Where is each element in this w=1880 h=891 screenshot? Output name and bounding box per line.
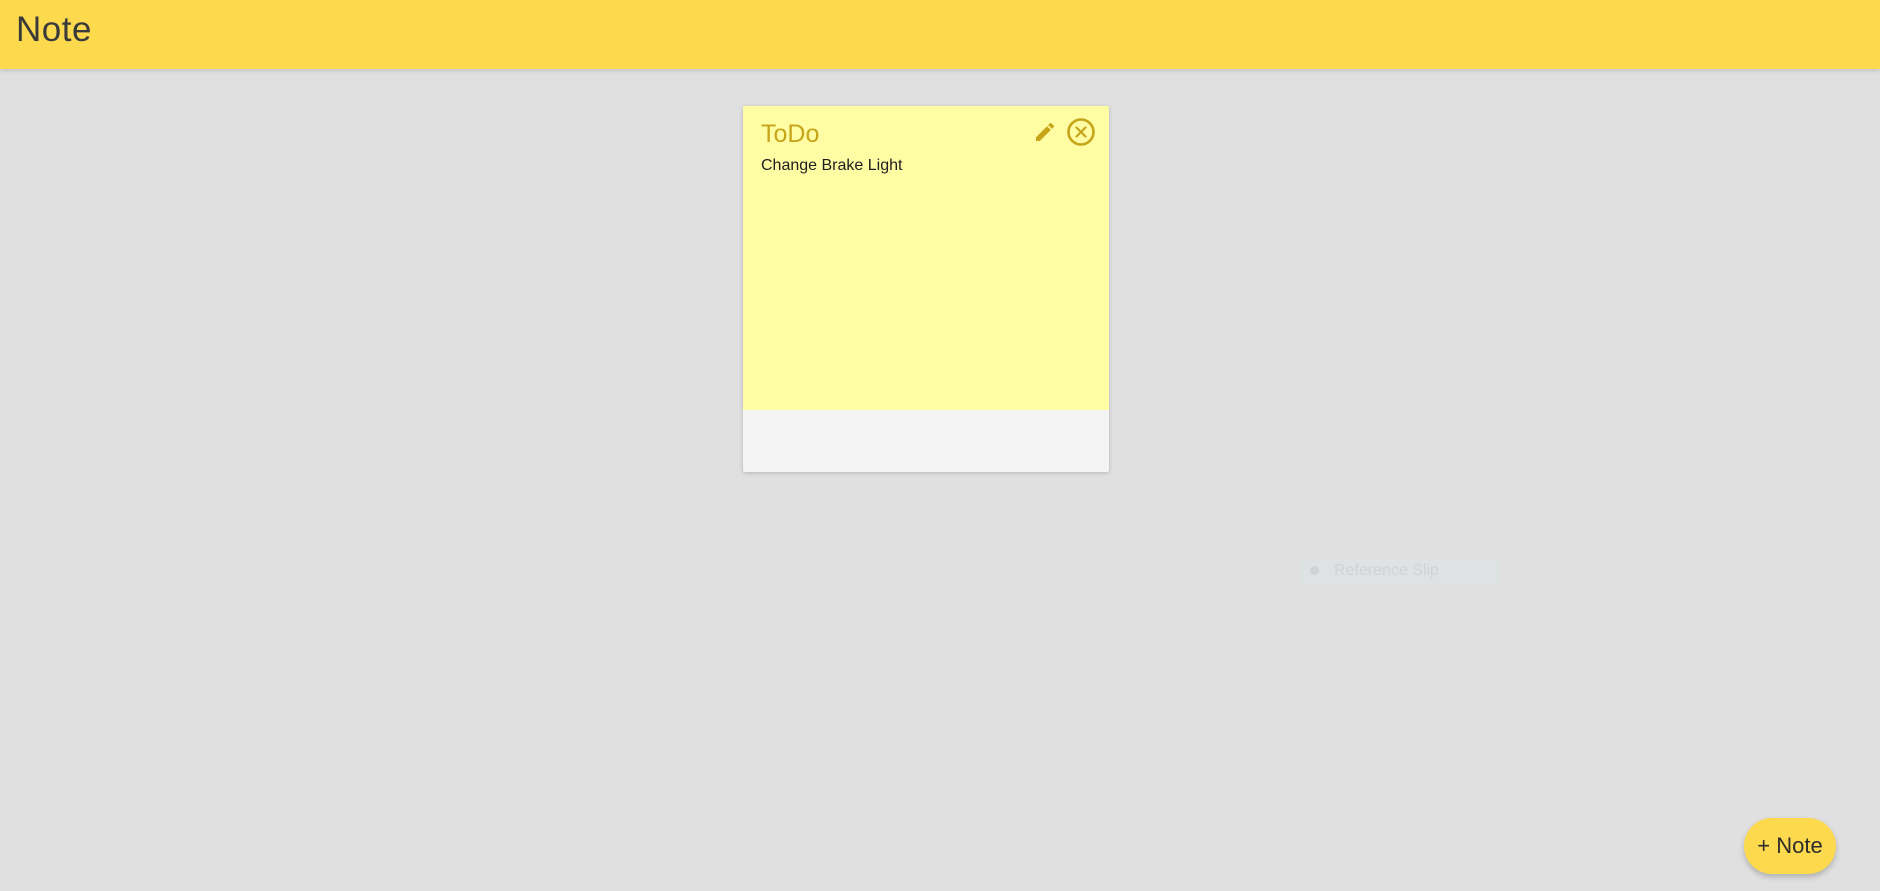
ghost-label: Reference Slip (1334, 562, 1439, 579)
add-note-button[interactable]: + Note (1744, 818, 1836, 874)
app-title: Note (16, 10, 92, 49)
close-circle-icon (1067, 118, 1095, 146)
drag-ghost-item: Reference Slip (1300, 558, 1500, 584)
add-note-label: + Note (1757, 833, 1823, 858)
edit-button[interactable] (1029, 116, 1061, 148)
app-bar: Note (0, 0, 1880, 69)
note-title: ToDo (761, 120, 820, 148)
note-text: Change Brake Light (761, 157, 903, 174)
edit-icon (1036, 122, 1055, 141)
delete-note-button[interactable] (1065, 116, 1097, 148)
note-card[interactable]: ToDo Change Brake Light (743, 106, 1109, 472)
ghost-dot-icon (1310, 566, 1319, 575)
note-body: ToDo Change Brake Light (743, 106, 1109, 410)
